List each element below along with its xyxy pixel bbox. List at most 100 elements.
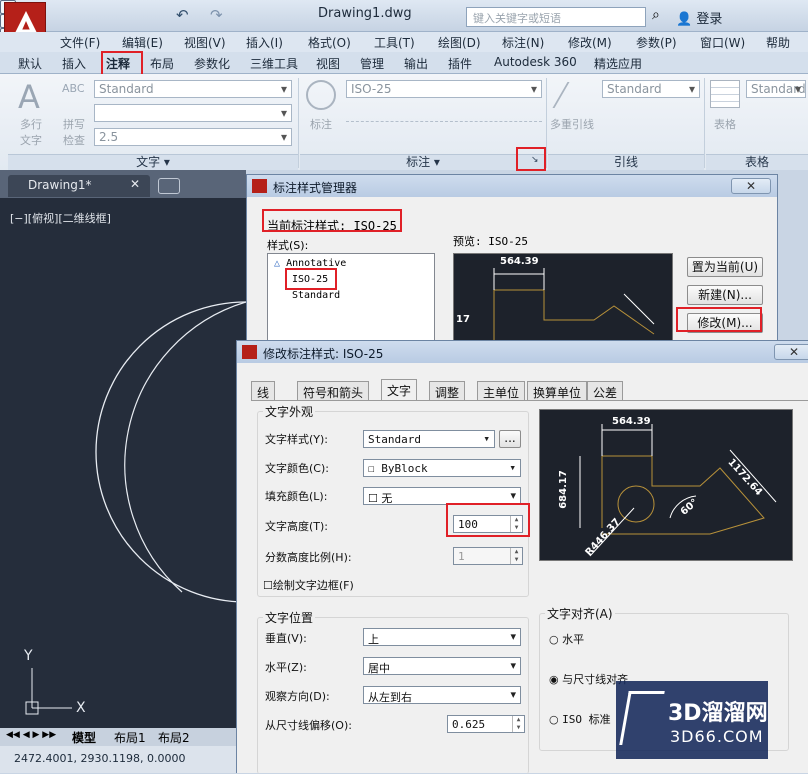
menu-view[interactable]: 视图(V) — [184, 34, 226, 51]
tab-default[interactable]: 默认 — [18, 55, 42, 72]
menu-draw[interactable]: 绘图(D) — [438, 34, 481, 51]
menu-tools[interactable]: 工具(T) — [374, 34, 415, 51]
offset-value: 0.625 — [452, 718, 486, 731]
close-icon[interactable]: ✕ — [130, 177, 140, 191]
dimension-icon[interactable] — [306, 80, 336, 110]
ribbon-separator — [298, 78, 299, 168]
tab-primary-units[interactable]: 主单位 — [477, 381, 526, 400]
text-color-label: 文字颜色(C): — [265, 462, 329, 475]
text-style-dropdown[interactable]: Standard — [94, 80, 292, 98]
user-icon: 👤 — [676, 12, 693, 27]
multiline-text-label: 多行 文字 — [20, 118, 42, 147]
leader-style-dropdown[interactable]: Standard — [602, 80, 700, 98]
menu-insert[interactable]: 插入(I) — [246, 34, 283, 51]
menu-dimension[interactable]: 标注(N) — [502, 34, 544, 51]
highlight-modify-button — [676, 307, 762, 332]
login-button[interactable]: 👤 登录 — [676, 8, 722, 27]
spellcheck-icon[interactable]: ABC — [62, 82, 85, 95]
view-direction-select[interactable]: 从左到右 — [363, 686, 521, 704]
tab-manage[interactable]: 管理 — [360, 55, 384, 72]
vertical-select[interactable]: 上 — [363, 628, 521, 646]
styles-listbox[interactable]: △ Annotative ISO-25 Standard — [267, 253, 435, 343]
scroll-arrows-icon[interactable]: ◀◀ ◀ ▶ ▶▶ — [6, 730, 56, 740]
dim-dialog-launcher-icon[interactable]: ↘ — [531, 155, 539, 165]
menu-format[interactable]: 格式(O) — [308, 34, 351, 51]
tab-autodesk-360[interactable]: Autodesk 360 — [494, 55, 577, 69]
modify-dialog-tabs: 线 符号和箭头 文字 调整 主单位 换算单位 公差 — [251, 379, 631, 401]
text-style-browse-button[interactable]: ... — [499, 430, 521, 448]
tab-tolerances[interactable]: 公差 — [587, 381, 624, 400]
tab-view[interactable]: 视图 — [316, 55, 340, 72]
table-panel-title[interactable]: 表格 — [706, 154, 808, 170]
close-icon[interactable]: ✕ — [731, 178, 771, 194]
multileader-icon[interactable] — [552, 82, 596, 108]
text-style-select[interactable]: Standard — [363, 430, 495, 448]
offset-input[interactable]: 0.625 ▲ ▼ — [447, 715, 525, 733]
document-tab[interactable]: Drawing1* ✕ — [8, 175, 150, 197]
multiline-text-icon[interactable]: A — [18, 78, 40, 116]
fraction-scale-input[interactable]: 1 ▲ ▼ — [453, 547, 523, 565]
modify-dialog-title: 修改标注样式: ISO-25 — [263, 347, 384, 361]
layout-tab-bar: ◀◀ ◀ ▶ ▶▶ 模型 布局1 布局2 — [0, 728, 246, 746]
menu-edit[interactable]: 编辑(E) — [122, 34, 163, 51]
drawing-canvas[interactable]: Y X — [0, 198, 246, 728]
binoculars-icon[interactable]: ⌕ — [652, 7, 660, 23]
dim-manager-titlebar: 标注样式管理器 ✕ — [247, 175, 777, 197]
dim-panel-title[interactable]: 标注 ▾ — [300, 154, 546, 170]
horizontal-label: 水平(Z): — [265, 661, 307, 674]
table-style-dropdown[interactable]: Standard — [746, 80, 806, 98]
set-current-button[interactable]: 置为当前(U) — [687, 257, 763, 277]
undo-icon[interactable]: ↶ — [176, 6, 189, 24]
leader-panel-title[interactable]: 引线 — [548, 154, 704, 170]
table-icon[interactable] — [710, 80, 740, 108]
tab-layout[interactable]: 布局 — [150, 55, 174, 72]
horizontal-select[interactable]: 居中 — [363, 657, 521, 675]
dim-tools-row[interactable] — [346, 102, 542, 122]
spinner-icon[interactable]: ▲ ▼ — [510, 548, 522, 564]
tab-symbols-arrows[interactable]: 符号和箭头 — [297, 381, 370, 400]
ribbon: A 多行 文字 ABC 拼写 检查 Standard 2.5 文字 ▾ 标注 I… — [0, 74, 808, 170]
style-item[interactable]: Standard — [292, 290, 340, 301]
tab-output[interactable]: 输出 — [404, 55, 428, 72]
menu-file[interactable]: 文件(F) — [60, 34, 100, 51]
tab-plugins[interactable]: 插件 — [448, 55, 472, 72]
tab-layout1[interactable]: 布局1 — [114, 729, 146, 746]
viewport-controls[interactable]: [−][俯视][二维线框] — [10, 210, 111, 226]
tab-alternate-units[interactable]: 换算单位 — [527, 381, 588, 400]
fraction-scale-label: 分数高度比例(H): — [265, 551, 352, 564]
watermark-name: 3D溜溜网 — [668, 701, 768, 726]
new-style-button[interactable]: 新建(N)... — [687, 285, 763, 305]
watermark: 3D溜溜网 3D66.COM — [616, 681, 768, 759]
text-panel-title[interactable]: 文字 ▾ — [8, 154, 298, 170]
tab-insert[interactable]: 插入 — [62, 55, 86, 72]
tab-lines[interactable]: 线 — [251, 381, 276, 400]
menu-parameter[interactable]: 参数(P) — [636, 34, 677, 51]
text-color-select[interactable]: ☐ ByBlock — [363, 459, 521, 477]
drawing-geometry: Y X — [23, 301, 246, 716]
close-icon[interactable]: ✕ — [774, 344, 808, 360]
tab-parametric[interactable]: 参数化 — [194, 55, 230, 72]
tab-text[interactable]: 文字 — [381, 379, 418, 401]
tab-fit[interactable]: 调整 — [429, 381, 466, 400]
table-label: 表格 — [714, 118, 736, 131]
redo-icon[interactable]: ↷ — [210, 6, 223, 24]
tab-model[interactable]: 模型 — [72, 729, 96, 746]
dim-style-dropdown[interactable]: ISO-25 — [346, 80, 542, 98]
tab-layout2[interactable]: 布局2 — [158, 729, 190, 746]
multileader-label: 多重引线 — [550, 118, 594, 131]
tab-featured-apps[interactable]: 精选应用 — [594, 55, 642, 72]
color-swatch-icon: ☐ — [368, 462, 375, 475]
menu-window[interactable]: 窗口(W) — [700, 34, 745, 51]
menu-modify[interactable]: 修改(M) — [568, 34, 612, 51]
draw-frame-checkbox[interactable]: ☐绘制文字边框(F) — [263, 577, 354, 593]
text-find-field[interactable] — [94, 104, 292, 122]
align-horizontal-radio[interactable]: ○ 水平 — [549, 631, 584, 647]
spinner-icon[interactable]: ▲ ▼ — [512, 716, 524, 732]
new-tab-icon[interactable] — [158, 178, 180, 194]
text-height-dropdown[interactable]: 2.5 — [94, 128, 292, 146]
align-iso-radio[interactable]: ○ ISO 标准 — [549, 711, 611, 727]
tab-3d-tools[interactable]: 三维工具 — [250, 55, 298, 72]
radio-icon: ○ — [549, 633, 559, 646]
search-input[interactable]: 键入关键字或短语 — [466, 7, 646, 27]
menu-bar: 文件(F) 编辑(E) 视图(V) 插入(I) 格式(O) 工具(T) 绘图(D… — [0, 32, 808, 65]
